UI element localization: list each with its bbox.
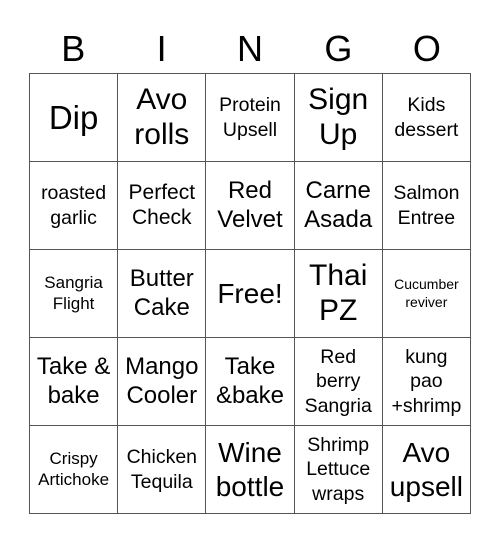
bingo-cell[interactable]: Butter Cake (118, 250, 207, 338)
bingo-cell[interactable]: Mango Cooler (118, 338, 207, 426)
bingo-cell[interactable]: Crispy Artichoke (30, 426, 119, 514)
bingo-card-grid: Dip Avo rolls Protein Upsell Sign Up Kid… (29, 73, 471, 514)
bingo-cell[interactable]: Salmon Entree (382, 162, 471, 250)
bingo-cell[interactable]: Chicken Tequila (118, 426, 207, 514)
free-space-cell[interactable]: Free! (206, 250, 295, 338)
header-letter-o: O (412, 28, 441, 69)
bingo-cell[interactable]: Avo rolls (118, 74, 207, 162)
bingo-cell[interactable]: Dip (30, 74, 119, 162)
header-letter-n: N (237, 28, 264, 69)
header-letter-g: G (324, 28, 353, 69)
bingo-cell[interactable]: Carne Asada (294, 162, 383, 250)
bingo-cell[interactable]: Protein Upsell (206, 74, 295, 162)
bingo-cell[interactable]: Take & bake (30, 338, 119, 426)
bingo-cell[interactable]: Red Velvet (206, 162, 295, 250)
bingo-cell[interactable]: Perfect Check (118, 162, 207, 250)
bingo-cell[interactable]: Sign Up (294, 74, 383, 162)
bingo-cell[interactable]: Shrimp Lettuce wraps (294, 426, 383, 514)
bingo-header: B I N G O (29, 26, 471, 72)
bingo-cell[interactable]: Kids dessert (382, 74, 471, 162)
bingo-cell[interactable]: Avo upsell (382, 426, 471, 514)
bingo-cell[interactable]: Cucumber reviver (382, 250, 471, 338)
header-letter-i: I (156, 28, 167, 69)
bingo-cell[interactable]: Take &bake (206, 338, 295, 426)
bingo-cell[interactable]: kung pao +shrimp (382, 338, 471, 426)
bingo-cell[interactable]: roasted garlic (30, 162, 119, 250)
header-letter-b: B (61, 28, 86, 69)
bingo-cell[interactable]: Wine bottle (206, 426, 295, 514)
bingo-cell[interactable]: Sangria Flight (30, 250, 119, 338)
bingo-cell[interactable]: Red berry Sangria (294, 338, 383, 426)
bingo-cell[interactable]: Thai PZ (294, 250, 383, 338)
